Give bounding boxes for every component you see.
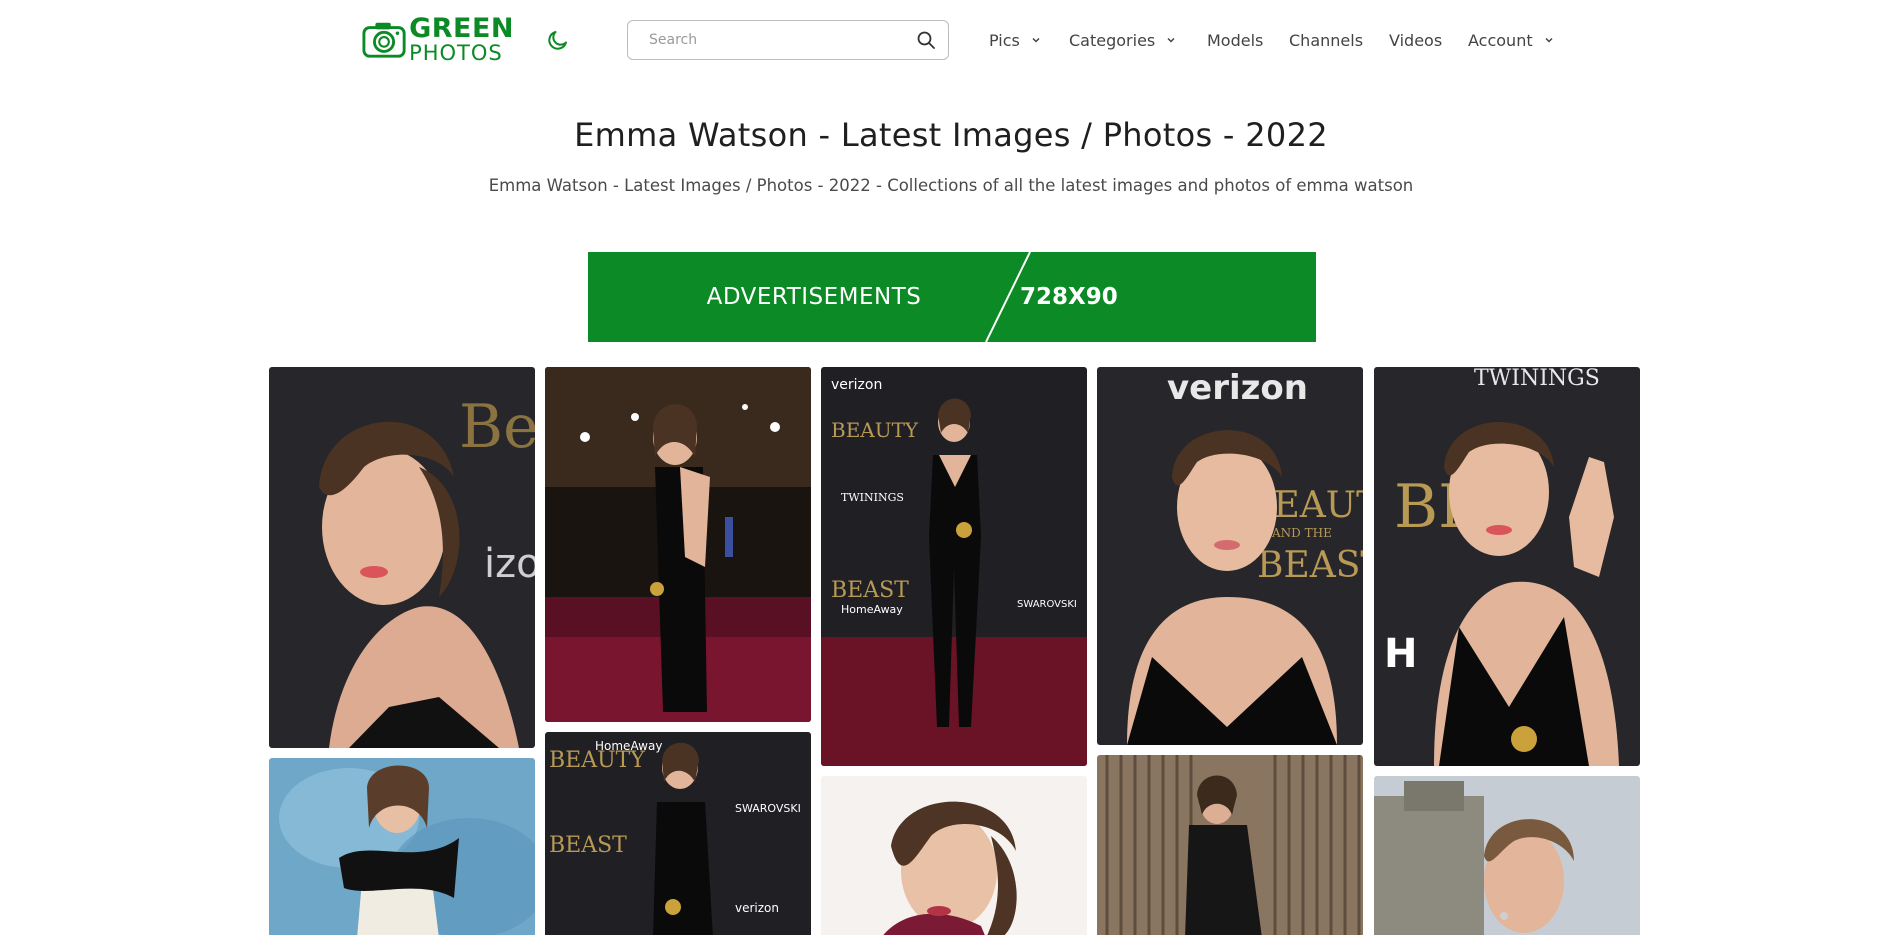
- photo-image: Be izo: [269, 367, 535, 748]
- logo-text-primary: GREEN: [409, 12, 514, 44]
- photo-image: [269, 758, 535, 935]
- photo-image: [821, 776, 1087, 935]
- photo-tile[interactable]: HomeAway BEAUTY BEAST SWAROVSKI verizon: [545, 732, 811, 935]
- photo-image: [545, 367, 811, 722]
- photo-backdrop-text: HomeAway: [841, 603, 903, 616]
- search-input[interactable]: [649, 32, 916, 48]
- photo-tile[interactable]: [1097, 755, 1363, 935]
- photo-tile[interactable]: [821, 776, 1087, 935]
- photo-tile[interactable]: [1374, 776, 1640, 935]
- photo-backdrop-text: H: [1384, 631, 1417, 677]
- photo-backdrop-text: BEAST: [549, 833, 627, 858]
- nav-categories-label: Categories: [1069, 30, 1156, 50]
- photo-tile[interactable]: [545, 367, 811, 722]
- photo-image: verizon BEAUTY BEAST TWININGS HomeAway S…: [821, 367, 1087, 766]
- nav-account-label: Account: [1468, 30, 1533, 50]
- search-box: [627, 20, 949, 60]
- photo-backdrop-text: TWININGS: [1474, 367, 1600, 391]
- nav-account[interactable]: Account: [1468, 27, 1554, 53]
- photo-image: HomeAway BEAUTY BEAST SWAROVSKI verizon: [545, 732, 811, 935]
- photo-backdrop-text: TWININGS: [841, 491, 904, 504]
- nav-categories[interactable]: Categories: [1069, 27, 1176, 53]
- photo-backdrop-text: BEAUTY: [549, 748, 645, 773]
- nav-channels[interactable]: Channels: [1289, 27, 1363, 53]
- photo-tile[interactable]: verizon BEAUTY AND THE BEAST: [1097, 367, 1363, 745]
- photo-backdrop-text: Be: [459, 392, 535, 462]
- ad-banner[interactable]: ADVERTISEMENTS 728X90: [588, 252, 1316, 342]
- ad-size-label: 728X90: [1020, 284, 1118, 310]
- photo-backdrop-text: SWAROVSKI: [1017, 599, 1077, 610]
- logo-text-secondary: PHOTOS: [409, 40, 503, 65]
- photo-backdrop-text: verizon: [735, 901, 779, 915]
- photo-tile[interactable]: [269, 758, 535, 935]
- ad-label: ADVERTISEMENTS: [706, 284, 922, 310]
- nav-models[interactable]: Models: [1207, 27, 1263, 53]
- chevron-down-icon: [1167, 37, 1175, 43]
- site-logo[interactable]: GREEN PHOTOS: [362, 14, 514, 64]
- photo-tile[interactable]: Be izo: [269, 367, 535, 748]
- photo-backdrop-text: BEAST: [831, 578, 909, 603]
- nav-pics-label: Pics: [989, 30, 1020, 50]
- photo-backdrop-text: verizon: [1167, 368, 1308, 408]
- nav-pics[interactable]: Pics: [989, 27, 1041, 53]
- page-title: Emma Watson - Latest Images / Photos - 2…: [574, 116, 1328, 154]
- chevron-down-icon: [1545, 37, 1553, 43]
- photo-backdrop-text: BEAST: [1257, 545, 1363, 586]
- page-subtitle: Emma Watson - Latest Images / Photos - 2…: [488, 176, 1414, 195]
- photo-backdrop-text: SWAROVSKI: [735, 802, 801, 815]
- photo-image: TWININGS BE H: [1374, 367, 1640, 766]
- camera-logo-icon: [362, 22, 406, 58]
- site-header: GREEN PHOTOS Pics Categories Models Chan…: [0, 0, 1902, 80]
- chevron-down-icon: [1032, 37, 1040, 43]
- nav-models-label: Models: [1207, 30, 1264, 50]
- photo-backdrop-text: izo: [484, 541, 535, 587]
- search-icon[interactable]: [916, 30, 936, 50]
- photo-backdrop-text: BEAUTY: [831, 418, 919, 442]
- photo-image: [1374, 776, 1640, 935]
- nav-videos-label: Videos: [1389, 30, 1443, 50]
- nav-videos[interactable]: Videos: [1389, 27, 1442, 53]
- photo-image: [1097, 755, 1363, 935]
- photo-tile[interactable]: TWININGS BE H: [1374, 367, 1640, 766]
- nav-channels-label: Channels: [1289, 30, 1364, 50]
- photo-backdrop-text: AND THE: [1271, 526, 1332, 540]
- photo-tile[interactable]: verizon BEAUTY BEAST TWININGS HomeAway S…: [821, 367, 1087, 766]
- photo-image: verizon BEAUTY AND THE BEAST: [1097, 367, 1363, 745]
- photo-backdrop-text: verizon: [831, 377, 882, 393]
- moon-icon[interactable]: [546, 28, 570, 52]
